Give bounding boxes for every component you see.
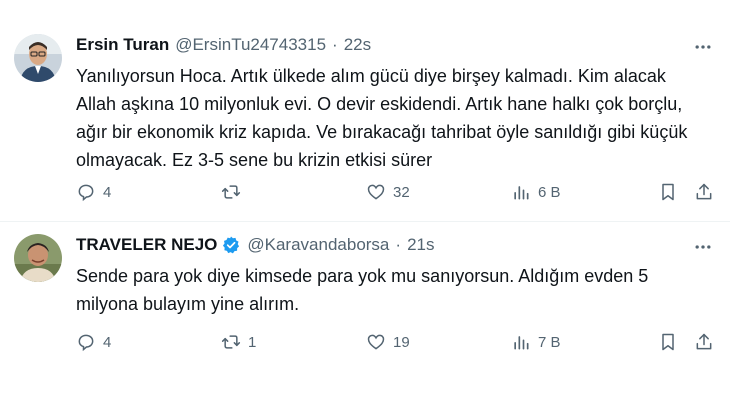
more-icon: [695, 45, 711, 49]
more-button[interactable]: [692, 36, 714, 58]
views-button[interactable]: 7 B: [511, 330, 561, 354]
tweet-text: Yanılıyorsun Hoca. Artık ülkede alım güc…: [76, 62, 706, 174]
reply-icon: [78, 184, 94, 202]
tweet-text-line: olmayacak. Ez 3-5 sene bu krizin etkisi …: [76, 150, 433, 170]
tweet-2[interactable]: TRAVELER NEJO @Karavandaborsa · 21s Send…: [0, 222, 730, 420]
views-count: 6 B: [538, 183, 561, 201]
verified-badge: [221, 235, 241, 255]
like-button[interactable]: 32: [366, 180, 410, 204]
tweet-text-line: Sende para yok diye kimsede para yok mu …: [76, 266, 649, 286]
tweet-text-line: milyona bulayım yine alırım.: [76, 294, 300, 314]
tweet-header: TRAVELER NEJO @Karavandaborsa · 21s: [76, 234, 434, 256]
avatar[interactable]: [14, 234, 62, 282]
share-icon: [696, 183, 712, 200]
retweet-icon: [221, 185, 241, 199]
tweet-text-line: ağır bir ekonomik kriz kapıda. Ve bıraka…: [76, 122, 688, 142]
reply-icon: [78, 334, 94, 352]
like-icon: [367, 184, 385, 200]
reply-count: 4: [103, 183, 112, 201]
verified-icon: [223, 236, 240, 254]
tweet-text: Sende para yok diye kimsede para yok mu …: [76, 262, 706, 318]
dot-separator: ·: [395, 235, 402, 254]
timestamp[interactable]: 21s: [407, 235, 434, 255]
retweet-button[interactable]: [221, 180, 248, 204]
share-button[interactable]: [694, 330, 714, 354]
views-button[interactable]: 6 B: [511, 180, 561, 204]
views-icon: [514, 336, 529, 350]
reply-count: 4: [103, 333, 112, 351]
bookmark-button[interactable]: [658, 180, 678, 204]
share-icon: [696, 333, 712, 350]
tweet-header: Ersin Turan @ErsinTu24743315 · 22s: [76, 34, 371, 56]
avatar[interactable]: [14, 34, 62, 82]
more-button[interactable]: [692, 236, 714, 258]
dot-separator: ·: [332, 35, 338, 54]
author-name[interactable]: TRAVELER NEJO: [76, 235, 217, 255]
bookmark-button[interactable]: [658, 330, 678, 354]
tweet-text-line: Allah aşkına 10 milyonluk evi. O devir e…: [76, 94, 683, 114]
tweet-1[interactable]: Ersin Turan @ErsinTu24743315 · 22s Yanıl…: [0, 0, 730, 222]
bookmark-icon: [662, 333, 674, 351]
retweet-button[interactable]: 1: [221, 330, 256, 354]
author-name[interactable]: Ersin Turan: [76, 35, 169, 55]
action-bar: 4 1 19 7 B: [0, 330, 730, 354]
like-icon: [367, 334, 385, 350]
action-bar: 4 32 6 B: [0, 180, 730, 204]
share-button[interactable]: [694, 180, 714, 204]
author-handle[interactable]: @Karavandaborsa: [247, 235, 389, 255]
more-icon: [695, 245, 711, 249]
timestamp[interactable]: 22s: [344, 35, 371, 55]
author-handle[interactable]: @ErsinTu24743315: [175, 35, 326, 55]
like-count: 19: [393, 333, 410, 351]
retweet-icon: [221, 335, 241, 349]
views-icon: [514, 186, 529, 200]
reply-button[interactable]: 4: [76, 180, 111, 204]
retweet-count: 1: [248, 333, 257, 351]
reply-button[interactable]: 4: [76, 330, 111, 354]
like-count: 32: [393, 183, 410, 201]
bookmark-icon: [662, 183, 674, 201]
tweet-text-line: Yanılıyorsun Hoca. Artık ülkede alım güc…: [76, 66, 666, 86]
views-count: 7 B: [538, 333, 561, 351]
like-button[interactable]: 19: [366, 330, 410, 354]
